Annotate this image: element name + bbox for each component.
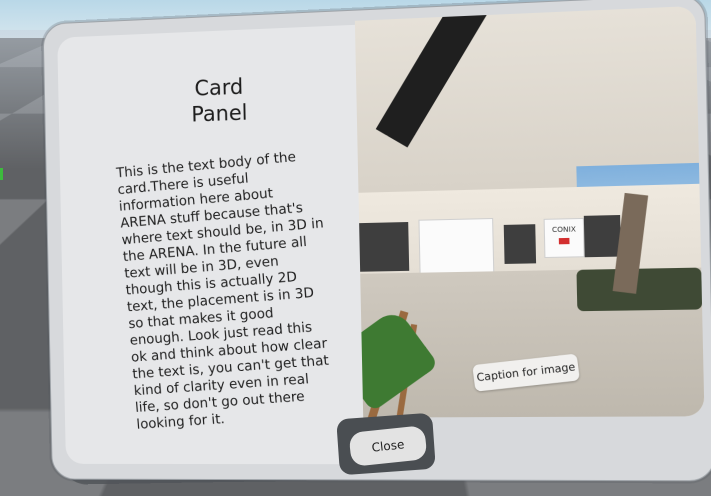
image-brand-screen: CONIX [543,217,585,259]
image-planter [576,267,703,312]
card-body-text: This is the text body of the card.There … [115,149,330,433]
card-panel: Card Panel This is the text body of the … [42,0,711,482]
image-left-window [359,222,410,272]
card-image: CONIX Caption for image [354,5,705,418]
image-brand-icon [558,237,570,245]
green-marker [0,168,3,180]
card-text-section: Card Panel This is the text body of the … [57,24,385,465]
image-right-window [583,214,622,258]
image-brand-label: CONIX [551,225,576,235]
card-title: Card Panel [58,68,385,132]
image-doorway [503,224,537,264]
image-display-screen [418,217,495,275]
